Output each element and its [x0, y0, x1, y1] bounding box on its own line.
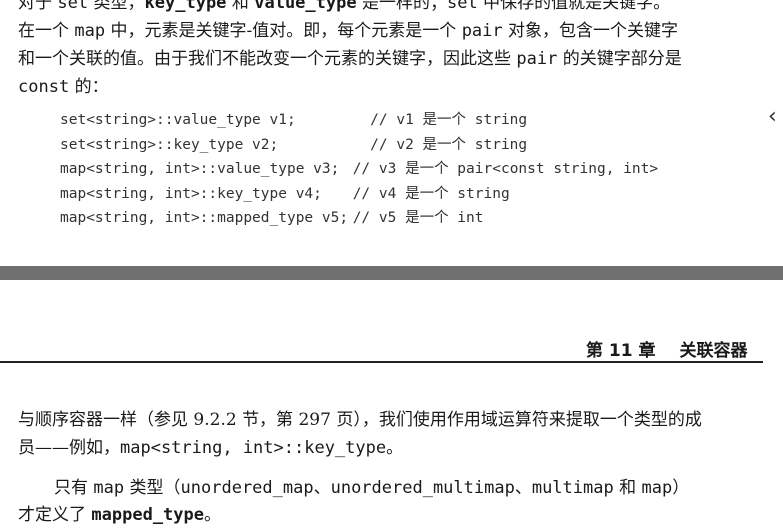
chapter-title: 关联容器	[679, 341, 748, 361]
paragraph-line: 和一个关联的值。由于我们不能改变一个元素的关键字，因此这些 pair 的关键字部…	[18, 49, 682, 69]
header-rule	[0, 361, 763, 363]
paragraph-line: const 的：	[18, 77, 109, 97]
chapter-number: 第 11 章	[586, 341, 656, 361]
paragraph-line: 才定义了 mapped_type。	[18, 505, 221, 525]
page-separator	[0, 266, 783, 280]
code-line: map<string, int>::value_type v3; // v3 是…	[60, 161, 659, 177]
code-line: map<string, int>::key_type v4; // v4 是一个…	[60, 185, 510, 202]
code-line: set<string>::value_type v1; // v1 是一个 st…	[60, 112, 528, 128]
code-line: set<string>::key_type v2; // v2 是一个 stri…	[60, 136, 528, 153]
chevron-left-icon[interactable]: ‹	[768, 104, 777, 129]
code-line: map<string, int>::mapped_type v5; // v5 …	[60, 210, 484, 226]
running-header: 第 11 章 关联容器	[586, 336, 748, 361]
code-block: set<string>::value_type v1; // v1 是一个 st…	[60, 108, 658, 231]
paragraph-line: 员——例如，map<string, int>::key_type。	[18, 438, 404, 458]
